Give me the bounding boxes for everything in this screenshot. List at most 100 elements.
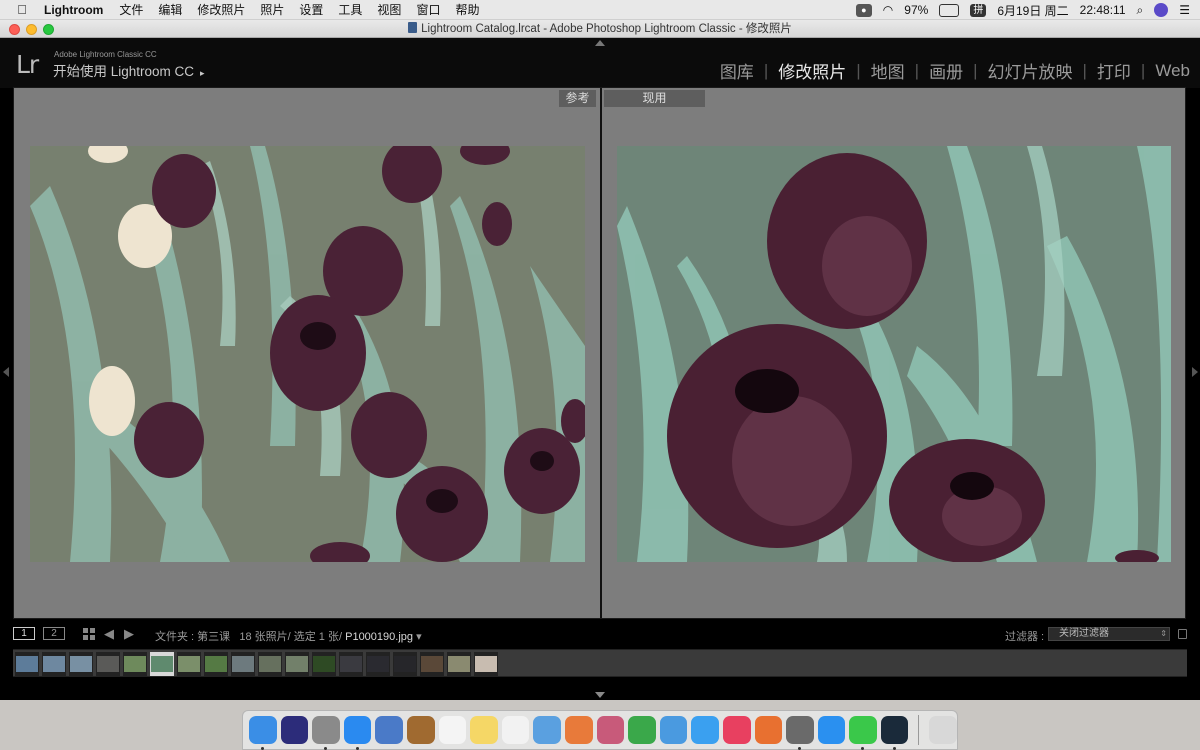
dock-app-icon[interactable]	[817, 716, 846, 744]
tulip-closeup-image	[617, 146, 1171, 562]
menu-develop[interactable]: 修改照片	[197, 1, 245, 18]
menu-tools[interactable]: 工具	[338, 1, 362, 18]
filmstrip-thumbnail[interactable]	[447, 652, 471, 676]
menu-view[interactable]: 视图	[377, 1, 401, 18]
updown-arrow-icon: ⇕	[1160, 629, 1167, 638]
module-separator: |	[763, 60, 769, 80]
filter-lock-icon[interactable]	[1178, 629, 1187, 639]
dock-app-icon[interactable]	[722, 716, 751, 744]
current-label[interactable]: 现用	[604, 90, 705, 107]
filter-dropdown[interactable]: 关闭过滤器 ⇕	[1048, 627, 1170, 641]
filmstrip-thumbnail[interactable]	[312, 652, 336, 676]
trash-icon[interactable]	[929, 716, 958, 744]
filmstrip-thumbnail[interactable]	[96, 652, 120, 676]
apple-menu-icon[interactable]: 	[14, 2, 30, 17]
lightroom-window: Lightroom Catalog.lrcat - Adobe Photosho…	[0, 20, 1200, 700]
dock-app-icon[interactable]	[880, 716, 909, 750]
dock-app-icon[interactable]	[280, 716, 309, 744]
expand-right-panel-icon[interactable]	[1192, 367, 1198, 377]
next-photo-icon[interactable]: ▶	[124, 626, 134, 642]
caret-right-icon: ▸	[200, 68, 205, 78]
filmstrip-thumbnail[interactable]	[123, 652, 147, 676]
dock-app-icon[interactable]	[564, 716, 593, 744]
main-window-button[interactable]: 1	[13, 627, 35, 640]
reference-label[interactable]: 参考	[559, 90, 596, 107]
dock-app-icon[interactable]	[249, 716, 277, 750]
module-tab-2[interactable]: 地图	[871, 58, 905, 83]
expand-left-panel-icon[interactable]	[3, 367, 9, 377]
filmstrip-thumbnail[interactable]	[69, 652, 93, 676]
filmstrip-thumbnail[interactable]	[42, 652, 66, 676]
module-tab-6[interactable]: Web	[1155, 61, 1190, 81]
wechat-status-icon[interactable]: ●	[855, 3, 872, 17]
battery-icon[interactable]	[939, 3, 960, 17]
filmstrip-thumbnail[interactable]	[420, 652, 444, 676]
dock-app-icon[interactable]	[754, 716, 783, 744]
date-label[interactable]: 6月19日 周二	[997, 2, 1068, 19]
folder-label: 文件夹 : 第三课	[155, 631, 231, 643]
minimize-window-button[interactable]	[26, 24, 37, 35]
dock-app-icon[interactable]	[343, 716, 372, 750]
dock-app-icon[interactable]	[691, 716, 719, 744]
module-tab-5[interactable]: 打印	[1097, 58, 1131, 83]
spotlight-search-icon[interactable]: ⌕	[1137, 3, 1144, 18]
tulip-field-image	[30, 146, 585, 562]
collapse-filmstrip-icon[interactable]	[595, 692, 605, 698]
filmstrip-thumbnail[interactable]	[150, 652, 174, 676]
wifi-icon[interactable]: ◠	[883, 3, 893, 17]
notification-center-icon[interactable]: ☰	[1179, 3, 1190, 17]
source-indicator[interactable]: 文件夹 : 第三课 18 张照片/ 选定 1 张/ P1000190.jpg ▾	[155, 628, 422, 644]
maximize-window-button[interactable]	[43, 24, 54, 35]
dock-app-icon[interactable]	[849, 716, 877, 750]
dock-app-icon[interactable]	[628, 716, 656, 744]
filmstrip-thumbnail[interactable]	[177, 652, 201, 676]
thumbnail-image	[475, 656, 497, 672]
menu-bar:  Lightroom 文件 编辑 修改照片 照片 设置 工具 视图 窗口 帮助…	[0, 0, 1200, 20]
thumbnail-image	[421, 656, 443, 672]
dock-app-icon[interactable]	[533, 716, 561, 744]
thumbnail-image	[313, 656, 335, 672]
document-icon	[408, 22, 418, 33]
filmstrip-thumbnail[interactable]	[231, 652, 255, 676]
dock-app-icon[interactable]	[375, 716, 403, 744]
get-started-link[interactable]: 开始使用 Lightroom CC ▸	[53, 60, 205, 80]
second-window-button[interactable]: 2	[43, 627, 65, 640]
module-tab-3[interactable]: 画册	[929, 58, 963, 83]
siri-icon[interactable]	[1154, 3, 1169, 17]
module-tab-0[interactable]: 图库	[720, 58, 754, 83]
menu-help[interactable]: 帮助	[455, 1, 479, 18]
dock-app-icon[interactable]	[406, 716, 435, 744]
close-window-button[interactable]	[9, 24, 20, 35]
menu-photo[interactable]: 照片	[260, 1, 284, 18]
dock-app-icon[interactable]	[501, 716, 530, 744]
filmstrip-thumbnail[interactable]	[204, 652, 228, 676]
dock-app-icon[interactable]	[596, 716, 625, 744]
thumbnail-image	[43, 656, 65, 672]
module-tab-4[interactable]: 幻灯片放映	[988, 58, 1073, 83]
dock-app-icon[interactable]	[438, 716, 467, 744]
module-tab-1[interactable]: 修改照片	[778, 58, 846, 83]
menu-app-name[interactable]: Lightroom	[44, 3, 103, 17]
filmstrip-thumbnail[interactable]	[285, 652, 309, 676]
dock-app-icon[interactable]	[786, 716, 814, 750]
dock-app-icon[interactable]	[312, 716, 340, 750]
current-photo[interactable]	[617, 146, 1171, 562]
filmstrip-thumbnail[interactable]	[393, 652, 417, 676]
clock-label[interactable]: 22:48:11	[1080, 3, 1126, 17]
filmstrip-thumbnail[interactable]	[258, 652, 282, 676]
filmstrip-thumbnail[interactable]	[15, 652, 39, 676]
reference-photo[interactable]	[30, 146, 585, 562]
menu-settings[interactable]: 设置	[299, 1, 323, 18]
filmstrip-thumbnail[interactable]	[339, 652, 363, 676]
input-method-icon[interactable]: 拼	[970, 3, 987, 17]
menu-window[interactable]: 窗口	[416, 1, 440, 18]
filmstrip-thumbnail[interactable]	[366, 652, 390, 676]
menu-edit[interactable]: 编辑	[158, 1, 182, 18]
filmstrip-thumbnail[interactable]	[474, 652, 498, 676]
dock-app-icon[interactable]	[659, 716, 688, 744]
dock-app-icon[interactable]	[470, 716, 498, 744]
previous-photo-icon[interactable]: ◀	[104, 626, 114, 642]
menu-file[interactable]: 文件	[119, 1, 143, 18]
collapse-top-panel-icon[interactable]	[595, 40, 605, 46]
grid-view-icon[interactable]	[83, 628, 95, 640]
